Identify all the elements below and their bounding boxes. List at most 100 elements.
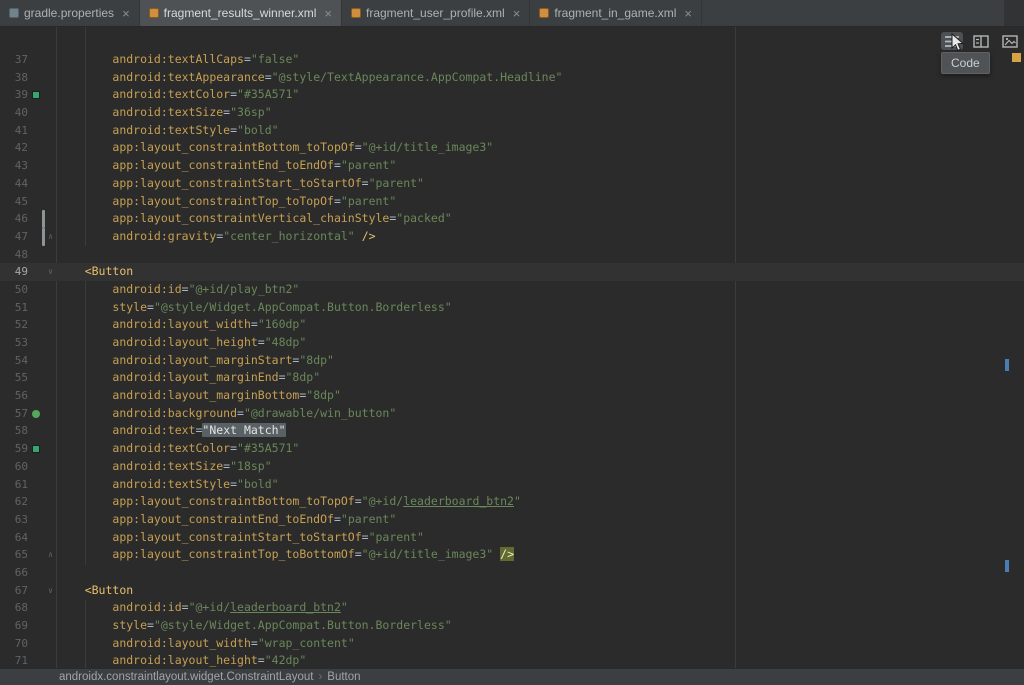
code-line-67[interactable]: 67∨ <Button [0, 582, 1024, 600]
color-chip-icon[interactable] [32, 445, 40, 453]
code-line-45[interactable]: 45 app:layout_constraintTop_toTopOf="par… [0, 193, 1024, 211]
code-line-60[interactable]: 60 android:textSize="18sp" [0, 458, 1024, 476]
gutter-cell [28, 193, 44, 211]
code-text: android:layout_height="48dp" [57, 334, 1024, 352]
scrollbar-info-mark[interactable] [1005, 359, 1009, 371]
code-line-42[interactable]: 42 app:layout_constraintBottom_toTopOf="… [0, 139, 1024, 157]
code-line-56[interactable]: 56 android:layout_marginBottom="8dp" [0, 387, 1024, 405]
code-line-47[interactable]: 47∧ android:gravity="center_horizontal" … [0, 228, 1024, 246]
close-tab-icon[interactable]: × [684, 7, 692, 20]
breadcrumb-item[interactable]: androidx.constraintlayout.widget.Constra… [59, 671, 313, 683]
code-line-58[interactable]: 58 android:text="Next Match" [0, 422, 1024, 440]
code-text: android:id="@+id/leaderboard_btn2" [57, 599, 1024, 617]
code-line-63[interactable]: 63 app:layout_constraintEnd_toEndOf="par… [0, 511, 1024, 529]
line-number: 50 [0, 281, 28, 299]
code-text: app:layout_constraintVertical_chainStyle… [57, 210, 1024, 228]
line-number: 71 [0, 652, 28, 668]
fold-column [44, 69, 57, 87]
tab-fragment_user_profile-xml[interactable]: fragment_user_profile.xml× [342, 0, 530, 26]
fold-column [44, 86, 57, 104]
code-line-52[interactable]: 52 android:layout_width="160dp" [0, 316, 1024, 334]
code-line-65[interactable]: 65∧ app:layout_constraintTop_toBottomOf=… [0, 546, 1024, 564]
mouse-cursor-icon [951, 33, 964, 52]
code-line-43[interactable]: 43 app:layout_constraintEnd_toEndOf="par… [0, 157, 1024, 175]
split-view-button[interactable] [970, 32, 992, 50]
fold-down-icon[interactable]: ∨ [44, 582, 57, 600]
code-line-57[interactable]: 57 android:background="@drawable/win_but… [0, 405, 1024, 423]
line-number: 53 [0, 334, 28, 352]
tab-label: fragment_results_winner.xml [164, 6, 317, 20]
code-line-66[interactable]: 66 [0, 564, 1024, 582]
code-line-61[interactable]: 61 android:textStyle="bold" [0, 476, 1024, 494]
fold-up-icon[interactable]: ∧ [44, 228, 57, 246]
code-line-64[interactable]: 64 app:layout_constraintStart_toStartOf=… [0, 529, 1024, 547]
line-number: 38 [0, 69, 28, 87]
tab-fragment_in_game-xml[interactable]: fragment_in_game.xml× [530, 0, 702, 26]
code-line-69[interactable]: 69 style="@style/Widget.AppCompat.Button… [0, 617, 1024, 635]
line-number: 67 [0, 582, 28, 600]
code-line-38[interactable]: 38 android:textAppearance="@style/TextAp… [0, 69, 1024, 87]
layout-xml-file-icon [351, 8, 361, 18]
code-line-51[interactable]: 51 style="@style/Widget.AppCompat.Button… [0, 299, 1024, 317]
gutter-cell [28, 440, 44, 458]
line-number: 49 [0, 263, 28, 281]
code-text: app:layout_constraintStart_toStartOf="pa… [57, 529, 1024, 547]
line-number: 59 [0, 440, 28, 458]
line-number: 60 [0, 458, 28, 476]
code-line-71[interactable]: 71 android:layout_height="42dp" [0, 652, 1024, 668]
code-line-40[interactable]: 40 android:textSize="36sp" [0, 104, 1024, 122]
gutter-cell [28, 51, 44, 69]
code-line-53[interactable]: 53 android:layout_height="48dp" [0, 334, 1024, 352]
fold-column [44, 193, 57, 211]
code-line-70[interactable]: 70 android:layout_width="wrap_content" [0, 635, 1024, 653]
code-line-46[interactable]: 46 app:layout_constraintVertical_chainSt… [0, 210, 1024, 228]
close-tab-icon[interactable]: × [324, 7, 332, 20]
code-line-50[interactable]: 50 android:id="@+id/play_btn2" [0, 281, 1024, 299]
code-line-55[interactable]: 55 android:layout_marginEnd="8dp" [0, 369, 1024, 387]
fold-down-icon[interactable]: ∨ [44, 263, 57, 281]
fold-column [44, 564, 57, 582]
code-line-41[interactable]: 41 android:textStyle="bold" [0, 122, 1024, 140]
design-view-button[interactable] [999, 32, 1021, 50]
gutter-cell [28, 599, 44, 617]
gutter-cell [28, 369, 44, 387]
line-number: 69 [0, 617, 28, 635]
breadcrumb-item[interactable]: Button [327, 671, 360, 683]
line-number: 55 [0, 369, 28, 387]
fold-column [44, 104, 57, 122]
fold-up-icon[interactable]: ∧ [44, 546, 57, 564]
gutter-cell [28, 299, 44, 317]
code-line-39[interactable]: 39 android:textColor="#35A571" [0, 86, 1024, 104]
color-chip-icon[interactable] [32, 91, 40, 99]
fold-column [44, 493, 57, 511]
code-text: android:textStyle="bold" [57, 122, 1024, 140]
code-text: android:textSize="36sp" [57, 104, 1024, 122]
code-line-44[interactable]: 44 app:layout_constraintStart_toStartOf=… [0, 175, 1024, 193]
inspection-warning-indicator[interactable] [1012, 53, 1021, 62]
code-lines: 37 android:textAllCaps="false"38 android… [0, 27, 1024, 668]
editor-area[interactable]: 37 android:textAllCaps="false"38 android… [0, 27, 1024, 668]
code-text: android:layout_width="wrap_content" [57, 635, 1024, 653]
code-line-48[interactable]: 48 [0, 246, 1024, 264]
scrollbar-info-mark[interactable] [1005, 560, 1009, 572]
tab-gradle-properties[interactable]: gradle.properties × [0, 0, 140, 26]
code-text: android:textColor="#35A571" [57, 440, 1024, 458]
code-text: app:layout_constraintTop_toTopOf="parent… [57, 193, 1024, 211]
layout-xml-file-icon [539, 8, 549, 18]
tooltip: Code [941, 52, 990, 74]
tab-label: gradle.properties [24, 6, 114, 20]
code-line-59[interactable]: 59 android:textColor="#35A571" [0, 440, 1024, 458]
code-line-54[interactable]: 54 android:layout_marginStart="8dp" [0, 352, 1024, 370]
code-line-37[interactable]: 37 android:textAllCaps="false" [0, 51, 1024, 69]
tab-fragment_results_winner-xml[interactable]: fragment_results_winner.xml × [140, 0, 342, 26]
fold-column [44, 51, 57, 69]
fold-column [44, 458, 57, 476]
code-line-49[interactable]: 49∨ <Button [0, 263, 1024, 281]
code-text: app:layout_constraintEnd_toEndOf="parent… [57, 157, 1024, 175]
code-text: android:text="Next Match" [57, 422, 1024, 440]
line-number: 70 [0, 635, 28, 653]
code-line-68[interactable]: 68 android:id="@+id/leaderboard_btn2" [0, 599, 1024, 617]
close-tab-icon[interactable]: × [122, 7, 130, 20]
code-line-62[interactable]: 62 app:layout_constraintBottom_toTopOf="… [0, 493, 1024, 511]
close-tab-icon[interactable]: × [513, 7, 521, 20]
